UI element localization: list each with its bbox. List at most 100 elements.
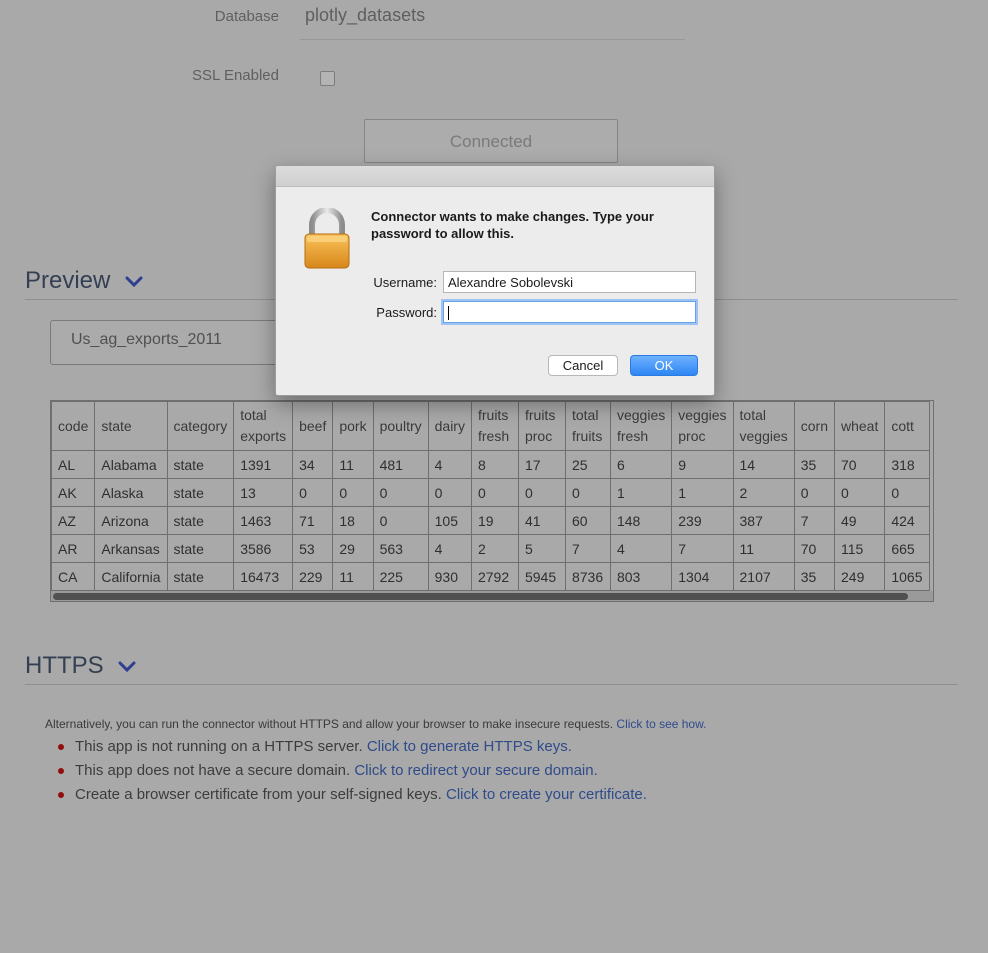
table-cell: 0 (427, 478, 472, 507)
col-cott: cott (884, 401, 930, 451)
table-cell: 1 (609, 478, 673, 507)
table-row: AZ Arizona state 1463 71 18 0 105 19 41 60 148 239 38… (51, 506, 930, 535)
table-cell: 7 (793, 506, 836, 535)
table-cell: 17 (517, 450, 566, 479)
table-cell: AK (51, 478, 96, 507)
table-cell: state (166, 450, 235, 479)
table-cell: 803 (609, 562, 673, 591)
table-cell: Alaska (94, 478, 168, 507)
table-select[interactable]: Us_ag_exports_2011 (50, 320, 300, 365)
preview-heading[interactable]: Preview (25, 267, 143, 295)
table-cell: 0 (884, 478, 930, 507)
table-cell: 0 (564, 478, 611, 507)
col-pork: pork (332, 401, 374, 451)
table-cell: 387 (732, 506, 795, 535)
preview-title: Preview (25, 267, 111, 294)
table-cell: 25 (564, 450, 611, 479)
table-cell: 71 (292, 506, 334, 535)
see-how-link[interactable]: Click to see how. (616, 717, 706, 731)
table-row: AR Arkansas state 3586 53 29 563 4 2 5 7 4 7 11 70 115 6… (51, 534, 930, 563)
table-cell: 0 (470, 478, 519, 507)
table-cell: 35 (793, 450, 836, 479)
https-note-text: Alternatively, you can run the connector… (45, 717, 614, 731)
table-cell: 0 (292, 478, 334, 507)
col-code: code (51, 401, 96, 451)
table-cell: 0 (517, 478, 566, 507)
table-cell: state (166, 534, 235, 563)
table-cell: 29 (332, 534, 374, 563)
table-cell: 481 (372, 450, 429, 479)
redirect-secure-domain-link[interactable]: Click to redirect your secure domain. (354, 762, 597, 779)
table-cell: 5945 (517, 562, 566, 591)
table-cell: 11 (332, 562, 374, 591)
table-cell: 35 (793, 562, 836, 591)
col-poultry: poultry (372, 401, 429, 451)
table-cell: 0 (793, 478, 836, 507)
table-cell: 3586 (233, 534, 294, 563)
table-header-row: code state category total exports beef p… (51, 401, 930, 451)
ok-button[interactable]: OK (630, 355, 698, 376)
preview-table-container[interactable]: code state category total exports beef p… (50, 400, 934, 602)
bullet-icon (58, 768, 64, 774)
col-corn: corn (793, 401, 836, 451)
table-cell: CA (51, 562, 96, 591)
table-cell: 0 (833, 478, 886, 507)
bullet-icon (58, 792, 64, 798)
table-cell: 49 (833, 506, 886, 535)
col-veggies-proc: veggies proc (671, 401, 734, 451)
table-cell: 4 (427, 450, 472, 479)
database-label: Database (214, 8, 279, 25)
table-cell: 4 (609, 534, 673, 563)
auth-dialog: Connector wants to make changes. Type yo… (275, 165, 715, 396)
table-cell: 225 (372, 562, 429, 591)
table-cell: 148 (609, 506, 673, 535)
create-certificate-link[interactable]: Click to create your certificate. (446, 786, 647, 803)
https-heading[interactable]: HTTPS (25, 652, 136, 680)
table-cell: AZ (51, 506, 96, 535)
table-body: AL Alabama state 1391 34 11 481 4 8 17 25 6 9 14 35 70 3… (51, 450, 930, 591)
password-field[interactable] (443, 301, 696, 323)
connected-button[interactable]: Connected (364, 119, 618, 163)
username-label: Username: (373, 275, 437, 290)
table-cell: 1304 (671, 562, 734, 591)
generate-https-keys-link[interactable]: Click to generate HTTPS keys. (367, 738, 572, 755)
table-cell: 9 (671, 450, 734, 479)
ssl-checkbox[interactable] (320, 71, 335, 86)
col-state: state (94, 401, 168, 451)
table-cell: 19 (470, 506, 519, 535)
table-cell: 8 (470, 450, 519, 479)
database-input[interactable]: plotly_datasets (305, 5, 425, 26)
col-wheat: wheat (833, 401, 886, 451)
table-cell: state (166, 562, 235, 591)
table-cell: 5 (517, 534, 566, 563)
https-issue-list: This app is not running on a HTTPS serve… (45, 736, 647, 808)
table-scrollbar-thumb[interactable] (53, 593, 908, 600)
table-cell: 2 (470, 534, 519, 563)
issue-text: Create a browser certificate from your s… (75, 786, 442, 803)
table-cell: 665 (884, 534, 930, 563)
table-cell: 1 (671, 478, 734, 507)
table-cell: 229 (292, 562, 334, 591)
table-cell: state (166, 478, 235, 507)
username-field[interactable] (443, 271, 696, 293)
preview-table: code state category total exports beef p… (51, 401, 930, 591)
table-cell: 2107 (732, 562, 795, 591)
table-cell: 1065 (884, 562, 930, 591)
table-cell: 1391 (233, 450, 294, 479)
table-cell: 2792 (470, 562, 519, 591)
table-cell: 318 (884, 450, 930, 479)
table-cell: 105 (427, 506, 472, 535)
dialog-titlebar[interactable] (276, 166, 714, 187)
table-row: AK Alaska state 13 0 0 0 0 0 0 0 1 1 2 0 0 0 (51, 478, 930, 507)
table-cell: 115 (833, 534, 886, 563)
col-category: category (166, 401, 235, 451)
table-cell: 930 (427, 562, 472, 591)
table-cell: 70 (833, 450, 886, 479)
table-cell: 34 (292, 450, 334, 479)
table-cell: 239 (671, 506, 734, 535)
col-total-exports: total exports (233, 401, 294, 451)
cancel-button[interactable]: Cancel (548, 355, 618, 376)
table-cell: 60 (564, 506, 611, 535)
table-cell: 14 (732, 450, 795, 479)
table-cell: 18 (332, 506, 374, 535)
